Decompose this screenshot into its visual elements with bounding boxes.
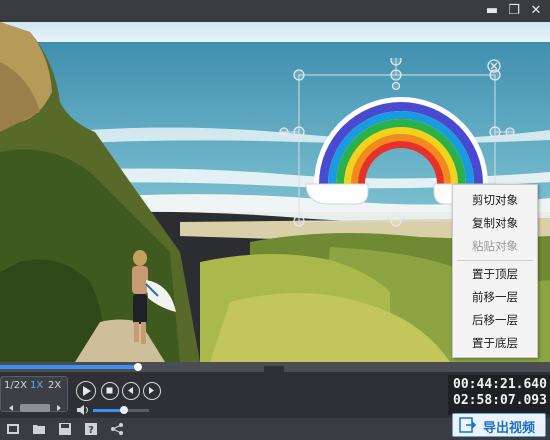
- menu-item-bring-to-front[interactable]: 置于顶层: [453, 263, 537, 285]
- menu-separator: [457, 260, 533, 261]
- speed-normal[interactable]: 1X: [30, 380, 43, 391]
- resize-handle-bottom-left[interactable]: [293, 215, 305, 227]
- timeline-bar[interactable]: [0, 362, 550, 379]
- previous-frame-button[interactable]: [122, 382, 140, 400]
- timeline-scrubber[interactable]: [133, 363, 142, 371]
- menu-item-send-backward[interactable]: 后移一层: [453, 309, 537, 331]
- speed-slider[interactable]: [6, 398, 64, 412]
- restore-button[interactable]: ❐: [505, 2, 523, 20]
- stretch-handle-left[interactable]: [279, 127, 289, 137]
- rotate-handle[interactable]: [390, 58, 402, 66]
- play-button[interactable]: [76, 381, 96, 401]
- move-handle[interactable]: [391, 81, 401, 91]
- svg-text:?: ?: [88, 425, 94, 436]
- minimize-button[interactable]: ▬: [483, 2, 501, 20]
- volume-slider[interactable]: [93, 406, 149, 414]
- close-button[interactable]: ✕: [527, 2, 545, 20]
- speed-half[interactable]: 1/2X: [4, 380, 27, 391]
- export-video-label: 导出视频: [483, 421, 536, 436]
- export-video-button[interactable]: 导出视频: [452, 413, 546, 437]
- stop-button[interactable]: [101, 382, 119, 400]
- next-frame-button[interactable]: [143, 382, 161, 400]
- stretch-handle-right[interactable]: [505, 127, 515, 137]
- menu-item-copy-object[interactable]: 复制对象: [453, 212, 537, 234]
- current-time: 00:44:21.640: [453, 377, 547, 392]
- speed-double[interactable]: 2X: [48, 380, 61, 391]
- stop-icon: [106, 387, 113, 394]
- close-icon: ✕: [530, 3, 542, 18]
- play-icon: [83, 386, 91, 396]
- resize-handle-top[interactable]: [390, 69, 402, 81]
- share-icon[interactable]: [110, 422, 124, 436]
- open-folder-icon[interactable]: [32, 422, 46, 436]
- menu-item-bring-forward[interactable]: 前移一层: [453, 286, 537, 308]
- step-forward-icon: [149, 387, 154, 394]
- timeline-progress: [0, 365, 138, 369]
- step-back-icon: [128, 387, 133, 394]
- menu-item-cut-object[interactable]: 剪切对象: [453, 189, 537, 211]
- export-icon: [459, 417, 477, 433]
- menu-item-paste-object: 粘贴对象: [472, 239, 518, 253]
- speed-slider-track: [9, 404, 61, 412]
- resize-handle-left[interactable]: [293, 126, 305, 138]
- resize-handle-bottom[interactable]: [390, 215, 402, 227]
- resize-handle-right[interactable]: [489, 126, 501, 138]
- minimize-icon: ▬: [485, 3, 499, 18]
- total-time: 02:58:07.093: [453, 393, 547, 408]
- restore-icon: ❐: [508, 3, 520, 18]
- resize-handle-top-left[interactable]: [293, 69, 305, 81]
- context-menu: 剪切对象 复制对象 粘贴对象 置于顶层 前移一层 后移一层 置于底层: [452, 184, 538, 358]
- media-icon[interactable]: [6, 422, 20, 436]
- title-bar: ▬ ❐ ✕: [0, 0, 550, 22]
- volume-knob[interactable]: [119, 406, 128, 414]
- volume-icon[interactable]: [76, 404, 90, 416]
- save-icon[interactable]: [58, 422, 72, 436]
- help-icon[interactable]: ?: [84, 422, 98, 436]
- menu-item-send-to-back[interactable]: 置于底层: [453, 332, 537, 354]
